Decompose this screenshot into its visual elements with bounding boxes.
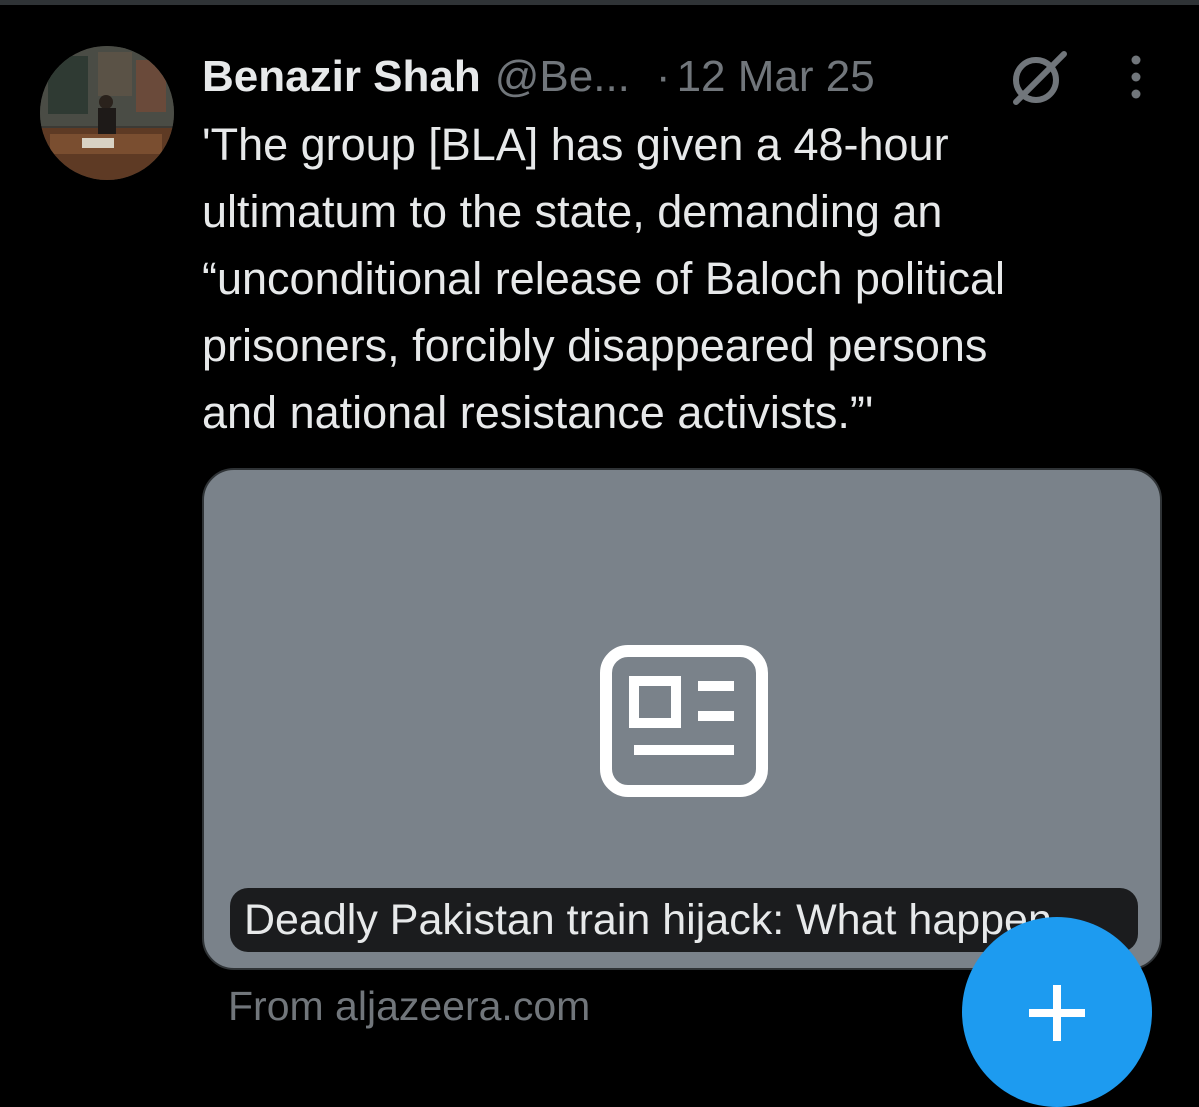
- author-name[interactable]: Benazir Shah: [202, 48, 481, 106]
- news-article-icon: [600, 645, 768, 797]
- compose-button[interactable]: [962, 917, 1152, 1107]
- plus-icon: [1029, 985, 1085, 1041]
- separator-dot: ·: [655, 52, 671, 101]
- card-source[interactable]: From aljazeera.com: [228, 978, 590, 1034]
- top-divider: [0, 0, 1199, 5]
- author-handle[interactable]: @Be...: [495, 48, 630, 106]
- tweet-header: Benazir Shah @Be... · 12 Mar 25: [202, 48, 875, 106]
- tweet-text: 'The group [BLA] has given a 48-hour ult…: [202, 119, 1005, 438]
- grok-icon[interactable]: [1008, 50, 1070, 106]
- link-card[interactable]: Deadly Pakistan train hijack: What happe…: [202, 468, 1162, 970]
- tweet-date[interactable]: 12 Mar 25: [677, 48, 875, 106]
- more-vertical-icon[interactable]: [1118, 52, 1154, 102]
- author-avatar[interactable]: [40, 46, 174, 180]
- avatar-image: [40, 46, 174, 180]
